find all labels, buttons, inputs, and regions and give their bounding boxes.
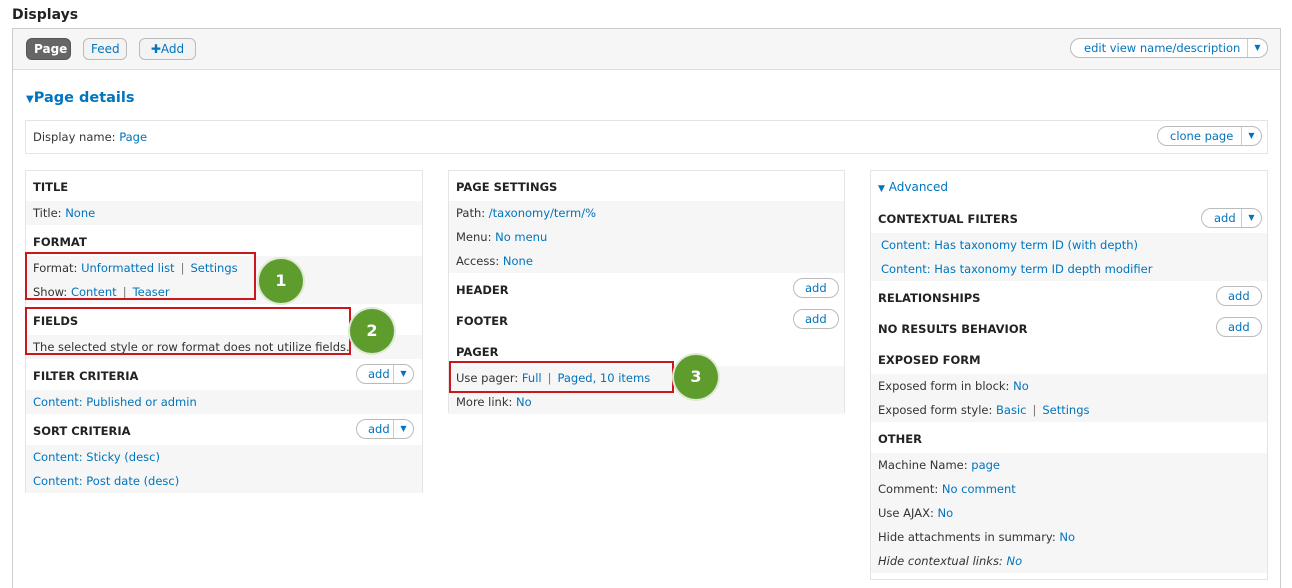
footer-header: FOOTER: [456, 314, 508, 328]
use-ajax-link[interactable]: No: [937, 506, 953, 520]
hide-contextual-label: Hide contextual links:: [878, 554, 1003, 568]
advanced-toggle[interactable]: ▼ Advanced: [871, 175, 1267, 199]
sort-add-button[interactable]: add ▼: [356, 419, 414, 439]
access-row: Access: None: [449, 249, 844, 273]
plus-icon: ✚: [150, 42, 161, 56]
chevron-down-icon[interactable]: ▼: [1247, 39, 1267, 57]
exposed-block-row: Exposed form in block: No: [871, 374, 1267, 398]
exposed-style-row: Exposed form style: Basic | Settings: [871, 398, 1267, 422]
more-link-row: More link: No: [449, 390, 844, 414]
edit-view-label: edit view name/description: [1084, 41, 1241, 55]
path-row: Path: /taxonomy/term/%: [449, 201, 844, 225]
exposed-block-label: Exposed form in block:: [878, 379, 1010, 393]
add-display-button[interactable]: ✚Add: [139, 38, 196, 60]
display-name-bar: Display name: Page clone page ▼: [25, 120, 1268, 154]
filter-item: Content: Published or admin: [26, 390, 422, 414]
menu-label: Menu:: [456, 230, 492, 244]
header-add-button[interactable]: add: [793, 278, 839, 298]
chevron-down-icon[interactable]: ▼: [393, 420, 413, 438]
clone-page-button[interactable]: clone page ▼: [1157, 126, 1262, 146]
comment-row: Comment: No comment: [871, 477, 1267, 501]
pager-highlight-box: [449, 361, 674, 393]
triangle-down-icon: ▼: [878, 184, 885, 194]
sort-item-1: Content: Sticky (desc): [26, 445, 422, 469]
add-display-label: Add: [160, 42, 185, 56]
page-title: Displays: [12, 7, 79, 23]
machine-name-link[interactable]: page: [971, 458, 1000, 472]
access-label: Access:: [456, 254, 500, 268]
section-title: Page details: [33, 90, 135, 106]
edit-view-button[interactable]: edit view name/description ▼: [1070, 38, 1268, 58]
exposed-style-label: Exposed form style:: [878, 403, 993, 417]
tab-feed[interactable]: Feed: [83, 38, 127, 60]
no-results-header: NO RESULTS BEHAVIOR: [878, 322, 1028, 336]
use-ajax-label: Use AJAX:: [878, 506, 934, 520]
triangle-down-icon: ▼: [26, 94, 34, 105]
relationships-header: RELATIONSHIPS: [878, 291, 981, 305]
menu-link[interactable]: No menu: [495, 230, 547, 244]
footer-add-button[interactable]: add: [793, 309, 839, 329]
no-results-add-button[interactable]: add: [1216, 317, 1262, 337]
title-link[interactable]: None: [65, 206, 95, 220]
display-tabs: Page Feed ✚Add edit view name/descriptio…: [13, 29, 1280, 70]
advanced-label: Advanced: [888, 180, 949, 194]
use-ajax-row: Use AJAX: No: [871, 501, 1267, 525]
comment-link[interactable]: No comment: [942, 482, 1016, 496]
display-name-link[interactable]: Page: [119, 130, 147, 144]
page-details-toggle[interactable]: ▼Page details: [26, 90, 135, 106]
path-label: Path:: [456, 206, 486, 220]
contextual-item-1: Content: Has taxonomy term ID (with dept…: [871, 233, 1267, 257]
format-header: FORMAT: [33, 235, 87, 249]
contextual-item-2: Content: Has taxonomy term ID depth modi…: [871, 257, 1267, 281]
relationships-add-button[interactable]: add: [1216, 286, 1262, 306]
contextual-add-button[interactable]: add ▼: [1201, 208, 1262, 228]
callout-1: 1: [259, 259, 303, 303]
callout-2: 2: [350, 309, 394, 353]
chevron-down-icon[interactable]: ▼: [1241, 127, 1261, 145]
display-name-label: Display name:: [33, 130, 116, 144]
hide-attachments-label: Hide attachments in summary:: [878, 530, 1056, 544]
sort-item-2-link[interactable]: Content: Post date (desc): [33, 474, 179, 488]
comment-label: Comment:: [878, 482, 939, 496]
right-column: ▼ Advanced CONTEXTUAL FILTERS add ▼ Conte…: [870, 170, 1268, 580]
more-link-label: More link:: [456, 395, 513, 409]
tab-page[interactable]: Page: [26, 38, 71, 60]
hide-attachments-row: Hide attachments in summary: No: [871, 525, 1267, 549]
title-label: Title:: [33, 206, 62, 220]
sort-item-1-link[interactable]: Content: Sticky (desc): [33, 450, 160, 464]
filter-add-button[interactable]: add ▼: [356, 364, 414, 384]
exposed-form-header: EXPOSED FORM: [878, 353, 981, 367]
title-row: Title: None: [26, 201, 422, 225]
hide-contextual-row: Hide contextual links: No: [871, 549, 1267, 573]
callout-3: 3: [674, 355, 718, 399]
contextual-item-1-link[interactable]: Content: Has taxonomy term ID (with dept…: [881, 238, 1138, 252]
format-highlight-box: [25, 252, 256, 300]
sort-item-2: Content: Post date (desc): [26, 469, 422, 493]
hide-attachments-link[interactable]: No: [1059, 530, 1075, 544]
fields-highlight-box: [25, 307, 351, 355]
exposed-style-settings-link[interactable]: Settings: [1042, 403, 1089, 417]
page-settings-header: PAGE SETTINGS: [456, 180, 558, 194]
machine-name-label: Machine Name:: [878, 458, 968, 472]
more-link-link[interactable]: No: [516, 395, 532, 409]
chevron-down-icon[interactable]: ▼: [393, 365, 413, 383]
path-link[interactable]: /taxonomy/term/%: [489, 206, 596, 220]
exposed-block-link[interactable]: No: [1013, 379, 1029, 393]
hide-contextual-link[interactable]: No: [1006, 554, 1022, 568]
access-link[interactable]: None: [503, 254, 533, 268]
clone-page-label: clone page: [1170, 129, 1234, 143]
other-header: OTHER: [878, 432, 922, 446]
title-header: TITLE: [33, 180, 69, 194]
menu-row: Menu: No menu: [449, 225, 844, 249]
filter-item-link[interactable]: Content: Published or admin: [33, 395, 197, 409]
header-header: HEADER: [456, 283, 509, 297]
contextual-add-label: add: [1214, 211, 1236, 225]
exposed-style-link[interactable]: Basic: [996, 403, 1026, 417]
contextual-item-2-link[interactable]: Content: Has taxonomy term ID depth modi…: [881, 262, 1152, 276]
chevron-down-icon[interactable]: ▼: [1241, 209, 1261, 227]
sort-add-label: add: [368, 422, 390, 436]
machine-name-row: Machine Name: page: [871, 453, 1267, 477]
filter-add-label: add: [368, 367, 390, 381]
